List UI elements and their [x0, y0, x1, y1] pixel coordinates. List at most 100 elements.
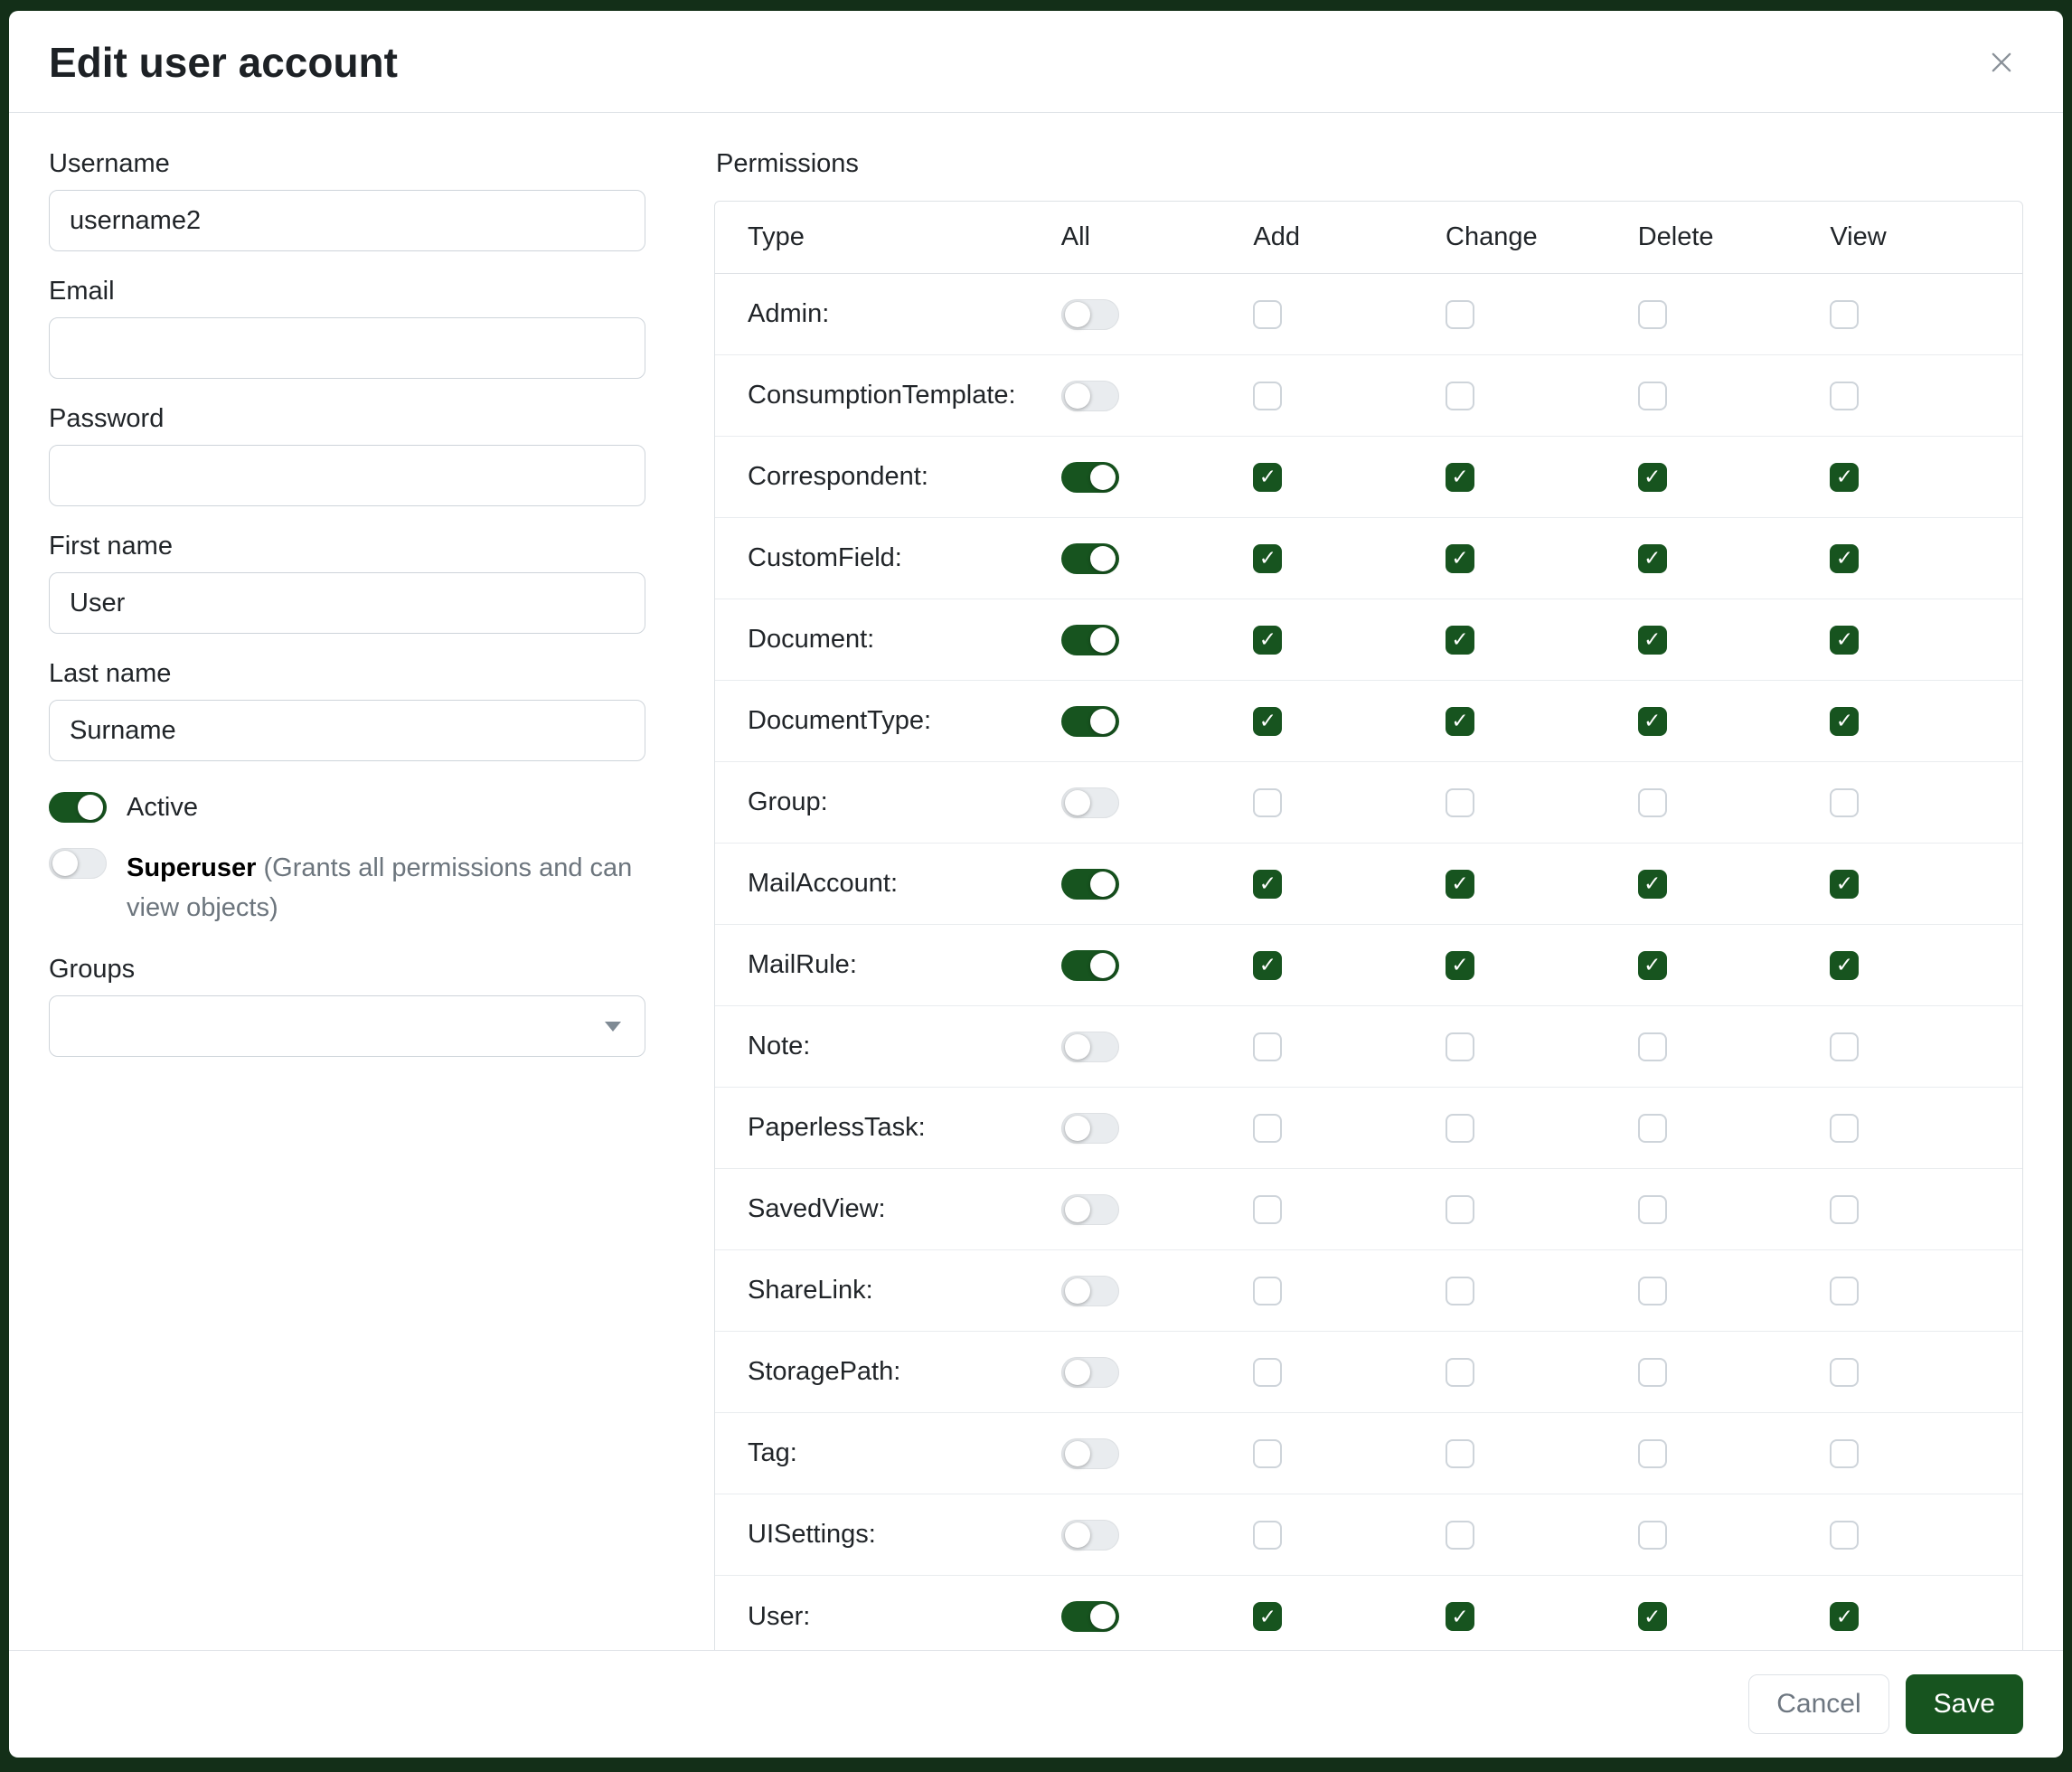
groups-select[interactable] [49, 995, 645, 1057]
add-checkbox[interactable] [1253, 300, 1282, 329]
add-checkbox[interactable] [1253, 1114, 1282, 1143]
add-checkbox[interactable] [1253, 382, 1282, 410]
all-toggle[interactable] [1061, 950, 1119, 981]
view-checkbox[interactable] [1830, 1032, 1859, 1061]
change-checkbox[interactable]: ✓ [1446, 870, 1474, 899]
last-name-input[interactable] [49, 700, 645, 761]
close-button[interactable] [1980, 41, 2023, 84]
delete-checkbox[interactable] [1638, 1439, 1667, 1468]
delete-checkbox[interactable] [1638, 1195, 1667, 1224]
permission-type-label: ConsumptionTemplate: [715, 381, 1061, 410]
all-toggle[interactable] [1061, 869, 1119, 900]
delete-checkbox[interactable] [1638, 1277, 1667, 1305]
change-checkbox[interactable]: ✓ [1446, 463, 1474, 492]
password-input[interactable] [49, 445, 645, 506]
add-checkbox[interactable]: ✓ [1253, 870, 1282, 899]
permission-cell [1638, 1521, 1831, 1550]
delete-checkbox[interactable]: ✓ [1638, 951, 1667, 980]
all-toggle[interactable] [1061, 299, 1119, 330]
permission-row: MailRule:✓✓✓✓ [715, 925, 2022, 1006]
change-checkbox[interactable]: ✓ [1446, 707, 1474, 736]
delete-checkbox[interactable] [1638, 1521, 1667, 1550]
delete-checkbox[interactable] [1638, 382, 1667, 410]
view-checkbox[interactable] [1830, 300, 1859, 329]
change-checkbox[interactable] [1446, 1277, 1474, 1305]
delete-checkbox[interactable] [1638, 788, 1667, 817]
view-checkbox[interactable] [1830, 1277, 1859, 1305]
change-checkbox[interactable] [1446, 1358, 1474, 1387]
add-checkbox[interactable] [1253, 788, 1282, 817]
username-input[interactable] [49, 190, 645, 251]
delete-checkbox[interactable] [1638, 300, 1667, 329]
view-checkbox[interactable] [1830, 1521, 1859, 1550]
change-checkbox[interactable] [1446, 382, 1474, 410]
view-checkbox[interactable] [1830, 1439, 1859, 1468]
all-toggle[interactable] [1061, 1032, 1119, 1062]
all-toggle[interactable] [1061, 1601, 1119, 1632]
all-toggle[interactable] [1061, 787, 1119, 818]
all-toggle[interactable] [1061, 706, 1119, 737]
all-toggle[interactable] [1061, 1520, 1119, 1550]
active-toggle[interactable] [49, 792, 107, 823]
change-checkbox[interactable] [1446, 1032, 1474, 1061]
view-checkbox[interactable] [1830, 382, 1859, 410]
change-checkbox[interactable] [1446, 1114, 1474, 1143]
add-checkbox[interactable] [1253, 1439, 1282, 1468]
email-input[interactable] [49, 317, 645, 379]
change-checkbox[interactable] [1446, 1439, 1474, 1468]
add-checkbox[interactable] [1253, 1277, 1282, 1305]
delete-checkbox[interactable]: ✓ [1638, 707, 1667, 736]
all-toggle[interactable] [1061, 1438, 1119, 1469]
delete-checkbox[interactable]: ✓ [1638, 626, 1667, 655]
all-toggle[interactable] [1061, 1357, 1119, 1388]
add-checkbox[interactable]: ✓ [1253, 1602, 1282, 1631]
add-checkbox[interactable] [1253, 1195, 1282, 1224]
all-toggle[interactable] [1061, 462, 1119, 493]
view-checkbox[interactable]: ✓ [1830, 626, 1859, 655]
add-checkbox[interactable] [1253, 1521, 1282, 1550]
view-checkbox[interactable] [1830, 788, 1859, 817]
view-checkbox[interactable]: ✓ [1830, 707, 1859, 736]
add-checkbox[interactable]: ✓ [1253, 544, 1282, 573]
add-checkbox[interactable]: ✓ [1253, 626, 1282, 655]
add-checkbox[interactable] [1253, 1358, 1282, 1387]
change-checkbox[interactable]: ✓ [1446, 626, 1474, 655]
all-toggle[interactable] [1061, 543, 1119, 574]
change-checkbox[interactable] [1446, 300, 1474, 329]
change-checkbox[interactable] [1446, 1195, 1474, 1224]
add-checkbox[interactable]: ✓ [1253, 463, 1282, 492]
view-checkbox[interactable]: ✓ [1830, 544, 1859, 573]
view-checkbox[interactable] [1830, 1358, 1859, 1387]
all-toggle[interactable] [1061, 1113, 1119, 1144]
all-toggle[interactable] [1061, 1276, 1119, 1306]
view-checkbox[interactable]: ✓ [1830, 463, 1859, 492]
view-checkbox[interactable]: ✓ [1830, 870, 1859, 899]
cancel-button[interactable]: Cancel [1748, 1674, 1888, 1734]
delete-checkbox[interactable]: ✓ [1638, 870, 1667, 899]
add-checkbox[interactable]: ✓ [1253, 951, 1282, 980]
change-checkbox[interactable] [1446, 1521, 1474, 1550]
all-toggle[interactable] [1061, 625, 1119, 655]
save-button[interactable]: Save [1906, 1674, 2023, 1734]
view-checkbox[interactable]: ✓ [1830, 951, 1859, 980]
add-checkbox[interactable] [1253, 1032, 1282, 1061]
delete-checkbox[interactable] [1638, 1114, 1667, 1143]
view-checkbox[interactable] [1830, 1195, 1859, 1224]
delete-checkbox[interactable]: ✓ [1638, 463, 1667, 492]
permission-cell [1061, 950, 1254, 981]
change-checkbox[interactable]: ✓ [1446, 951, 1474, 980]
delete-checkbox[interactable] [1638, 1032, 1667, 1061]
all-toggle[interactable] [1061, 1194, 1119, 1225]
change-checkbox[interactable]: ✓ [1446, 544, 1474, 573]
view-checkbox[interactable]: ✓ [1830, 1602, 1859, 1631]
add-checkbox[interactable]: ✓ [1253, 707, 1282, 736]
superuser-toggle[interactable] [49, 848, 107, 879]
delete-checkbox[interactable] [1638, 1358, 1667, 1387]
all-toggle[interactable] [1061, 381, 1119, 411]
first-name-input[interactable] [49, 572, 645, 634]
change-checkbox[interactable] [1446, 788, 1474, 817]
delete-checkbox[interactable]: ✓ [1638, 1602, 1667, 1631]
delete-checkbox[interactable]: ✓ [1638, 544, 1667, 573]
change-checkbox[interactable]: ✓ [1446, 1602, 1474, 1631]
view-checkbox[interactable] [1830, 1114, 1859, 1143]
